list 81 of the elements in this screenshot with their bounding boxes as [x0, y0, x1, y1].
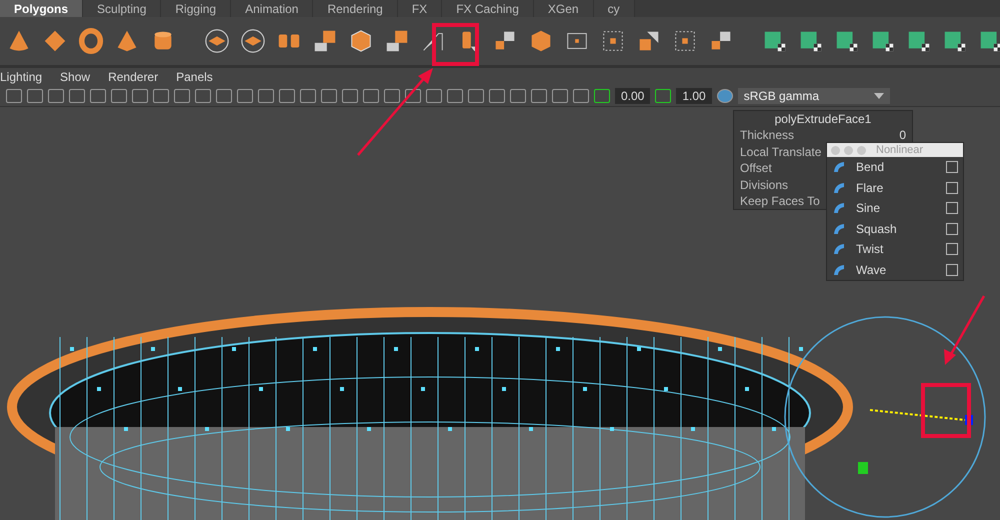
view-icon[interactable] [69, 89, 85, 103]
view-icon[interactable] [426, 89, 442, 103]
view-icon[interactable] [237, 89, 253, 103]
color-space-dropdown[interactable]: sRGB gamma [738, 88, 890, 104]
shelf-tab[interactable]: FX Caching [442, 0, 534, 17]
grid-icon[interactable] [312, 28, 338, 54]
deformer-icon [832, 262, 846, 277]
view-icon[interactable] [384, 89, 400, 103]
manipulator-drawing[interactable] [784, 316, 986, 518]
window-title: Nonlinear [876, 144, 924, 156]
view-icon[interactable] [6, 89, 22, 103]
node-title: polyExtrudeFace1 [774, 111, 872, 127]
deformer-icon [832, 222, 846, 236]
option-checkbox[interactable] [946, 222, 958, 235]
menu-item[interactable]: Renderer [108, 70, 158, 84]
shelf-tab[interactable]: Rendering [313, 0, 398, 17]
menu-item[interactable]: Sine [856, 201, 946, 216]
view-icon[interactable] [48, 89, 64, 103]
view-icon[interactable] [573, 89, 589, 103]
grid-icon[interactable] [384, 28, 410, 54]
option-checkbox[interactable] [946, 202, 958, 214]
view-icon[interactable] [531, 89, 547, 103]
view-icon[interactable] [552, 89, 568, 103]
menu-item[interactable]: Show [60, 70, 90, 84]
shelf-tab[interactable]: Rigging [161, 0, 232, 17]
disc-icon[interactable] [240, 28, 266, 54]
menu-item[interactable]: Lighting [0, 70, 42, 84]
option-checkbox[interactable] [946, 182, 958, 194]
shelf-tab[interactable]: cy [594, 0, 635, 17]
option-checkbox[interactable] [946, 243, 958, 256]
option-checkbox[interactable] [946, 161, 958, 174]
view-icon[interactable] [447, 89, 463, 103]
attribute-label: Local Translate [740, 144, 822, 160]
view-icon[interactable] [153, 89, 169, 103]
deformer-icon [832, 242, 846, 256]
view-icon[interactable] [363, 89, 379, 103]
menu-item[interactable]: Wave [856, 262, 946, 277]
menu-item[interactable]: Panels [176, 70, 213, 84]
highlight-frame [921, 383, 971, 438]
view-icon[interactable] [111, 89, 127, 103]
view-icon[interactable] [510, 89, 526, 103]
shelf-tab[interactable]: Animation [231, 0, 314, 17]
ring-icon[interactable] [78, 28, 104, 54]
view-icon[interactable] [468, 89, 484, 103]
attribute-label: Keep Faces To [740, 193, 820, 210]
annotation-arrow [944, 295, 986, 365]
view-icon[interactable] [342, 89, 358, 103]
diamond-icon[interactable] [42, 28, 68, 54]
shelf-tab[interactable]: Sculpting [83, 0, 162, 17]
menu-item[interactable]: Squash [856, 222, 946, 236]
view-icon[interactable] [258, 89, 274, 103]
view-icon[interactable] [300, 89, 316, 103]
deformer-icon [832, 201, 846, 216]
view-icon[interactable] [216, 89, 232, 103]
caret-icon [874, 93, 884, 99]
menu-item[interactable]: Twist [856, 242, 946, 256]
disc-icon[interactable] [204, 28, 230, 54]
attribute-label: Thickness [740, 127, 794, 144]
menu-item[interactable]: Flare [856, 180, 946, 195]
deformer-icon [832, 160, 846, 174]
highlight-frame [432, 23, 479, 66]
attribute-label: Offset [740, 160, 772, 176]
view-icon[interactable] [489, 89, 505, 103]
attribute-value[interactable]: 0 [899, 127, 906, 144]
attribute-label: Divisions [740, 176, 788, 193]
gamma-field[interactable]: 1.00 [676, 88, 712, 104]
exposure-field[interactable]: 0.00 [615, 88, 650, 104]
shelf-tab[interactable]: XGen [534, 0, 594, 17]
menu-item[interactable]: Bend [856, 160, 946, 174]
deformer-icon [832, 180, 846, 195]
view-icon[interactable] [174, 89, 190, 103]
option-checkbox[interactable] [946, 264, 958, 276]
view-icon[interactable] [279, 89, 295, 103]
view-icon[interactable] [195, 89, 211, 103]
shelf-tab[interactable]: Polygons [0, 0, 84, 17]
shelf-tab[interactable]: FX [398, 0, 442, 17]
view-icon[interactable] [321, 89, 337, 103]
view-icon[interactable] [132, 89, 148, 103]
view-icon[interactable] [405, 89, 421, 103]
view-icon[interactable] [27, 89, 43, 103]
view-icon[interactable] [90, 89, 106, 103]
